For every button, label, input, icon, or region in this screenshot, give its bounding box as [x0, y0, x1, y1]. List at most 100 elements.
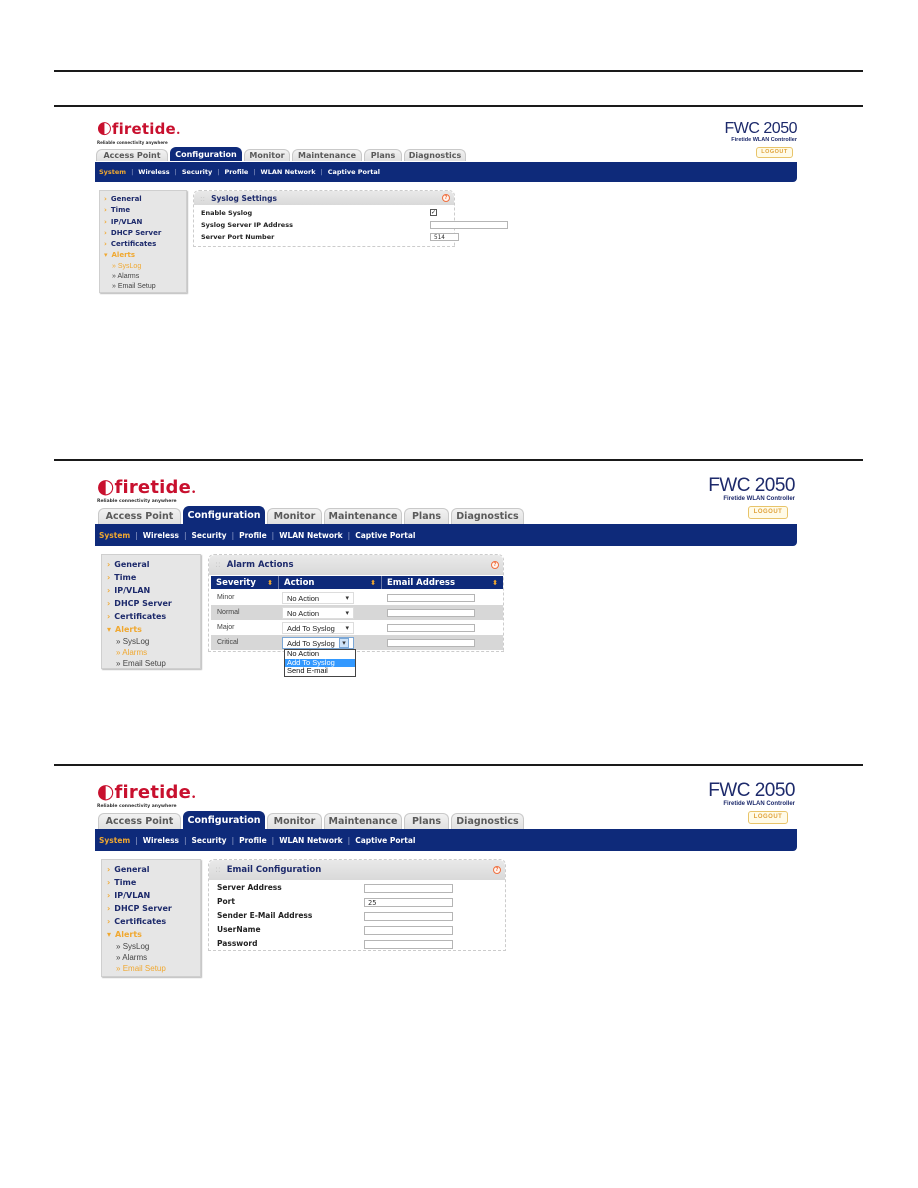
server-address-input[interactable] [364, 884, 453, 893]
bullet-icon: » [116, 964, 121, 973]
sidebar-item-dhcp-server[interactable]: › DHCP Server [107, 597, 200, 610]
email-address-input[interactable] [387, 639, 475, 647]
sidebar-item-time[interactable]: › Time [107, 876, 200, 889]
subnav-captive-portal[interactable]: Captive Portal [355, 531, 415, 540]
sidebar-item-time[interactable]: › Time [107, 571, 200, 584]
tab-maintenance[interactable]: Maintenance [292, 149, 362, 161]
tab-monitor[interactable]: Monitor [244, 149, 290, 161]
subnav-captive-portal[interactable]: Captive Portal [355, 836, 415, 845]
sender-email-input[interactable] [364, 912, 453, 921]
sidebar-item-alerts[interactable]: ▾ Alerts [104, 250, 186, 261]
sidebar-item-general[interactable]: › General [104, 194, 186, 205]
email-address-input[interactable] [387, 624, 475, 632]
syslog-server-ip-input[interactable] [430, 221, 508, 229]
subnav-wireless[interactable]: Wireless [138, 168, 169, 176]
sidebar-subitem-syslog[interactable]: » SysLog [107, 941, 200, 952]
help-icon[interactable]: ? [491, 561, 499, 569]
column-header-action[interactable]: Action ⬍ [279, 576, 382, 589]
action-select[interactable]: No Action ▾ [282, 592, 354, 604]
sidebar-subitem-email-setup[interactable]: » Email Setup [104, 282, 186, 292]
form-row-sender-email: Sender E-Mail Address [217, 911, 313, 920]
subnav-security[interactable]: Security [192, 836, 227, 845]
subnav-wireless[interactable]: Wireless [143, 531, 179, 540]
firetide-logo: ◐ firetide • [97, 779, 197, 803]
panel-title: Email Configuration [226, 865, 322, 875]
subnav-profile[interactable]: Profile [239, 531, 267, 540]
subnav-profile[interactable]: Profile [239, 836, 267, 845]
tab-plans[interactable]: Plans [404, 813, 449, 829]
logout-button[interactable]: LOGOUT [748, 506, 788, 519]
screenshot-syslog: ◐ firetide • Reliable connectivity anywh… [95, 110, 800, 300]
tab-configuration[interactable]: Configuration [183, 506, 265, 524]
tab-maintenance[interactable]: Maintenance [324, 508, 402, 524]
subnav-system[interactable]: System [99, 531, 130, 540]
tab-plans[interactable]: Plans [404, 508, 449, 524]
sidebar-subitem-email-setup[interactable]: » Email Setup [107, 658, 200, 669]
subnav-captive-portal[interactable]: Captive Portal [328, 168, 380, 176]
tab-access-point[interactable]: Access Point [98, 508, 181, 524]
dropdown-option-send-email[interactable]: Send E-mail [285, 666, 355, 676]
tab-maintenance[interactable]: Maintenance [324, 813, 402, 829]
sidebar-subitem-syslog[interactable]: » SysLog [107, 636, 200, 647]
sidebar-item-alerts[interactable]: ▾ Alerts [107, 928, 200, 941]
sidebar-subitem-syslog[interactable]: » SysLog [104, 262, 186, 272]
subnav-wireless[interactable]: Wireless [143, 836, 179, 845]
logout-button[interactable]: LOGOUT [756, 147, 793, 158]
sidebar-item-dhcp-server[interactable]: › DHCP Server [104, 228, 186, 239]
port-input[interactable]: 25 [364, 898, 453, 907]
tab-configuration[interactable]: Configuration [183, 811, 265, 829]
bullet-icon: » [116, 659, 121, 668]
severity-cell: Critical [217, 639, 239, 646]
subnav-security[interactable]: Security [192, 531, 227, 540]
sidebar-subitem-alarms[interactable]: » Alarms [107, 952, 200, 963]
username-input[interactable] [364, 926, 453, 935]
sidebar-subitem-alarms[interactable]: » Alarms [104, 272, 186, 282]
tab-diagnostics[interactable]: Diagnostics [404, 149, 466, 161]
tab-configuration[interactable]: Configuration [170, 147, 242, 161]
sidebar-item-certificates[interactable]: › Certificates [107, 610, 200, 623]
subnav-wlan-network[interactable]: WLAN Network [279, 836, 342, 845]
column-header-email[interactable]: Email Address ⬍ [382, 576, 503, 589]
email-address-input[interactable] [387, 594, 475, 602]
tab-plans[interactable]: Plans [364, 149, 402, 161]
server-port-input[interactable]: 514 [430, 233, 459, 241]
tab-diagnostics[interactable]: Diagnostics [451, 508, 524, 524]
help-icon[interactable]: ? [442, 194, 450, 202]
sidebar-item-ip-vlan[interactable]: › IP/VLAN [104, 217, 186, 228]
bullet-icon: » [112, 262, 116, 270]
sidebar-item-dhcp-server[interactable]: › DHCP Server [107, 902, 200, 915]
severity-cell: Major [217, 624, 235, 631]
sidebar-item-general[interactable]: › General [107, 558, 200, 571]
tab-access-point[interactable]: Access Point [96, 149, 168, 161]
sidebar-item-alerts[interactable]: ▾ Alerts [107, 623, 200, 636]
subnav-security[interactable]: Security [182, 168, 212, 176]
subnav-wlan-network[interactable]: WLAN Network [261, 168, 316, 176]
chevron-down-icon: ▾ [107, 930, 112, 939]
sidebar-item-ip-vlan[interactable]: › IP/VLAN [107, 889, 200, 902]
logout-button[interactable]: LOGOUT [748, 811, 788, 824]
sidebar-subitem-alarms[interactable]: » Alarms [107, 647, 200, 658]
sidebar-item-ip-vlan[interactable]: › IP/VLAN [107, 584, 200, 597]
column-header-severity[interactable]: Severity ⬍ [211, 576, 279, 589]
sidebar-subitem-email-setup[interactable]: » Email Setup [107, 963, 200, 974]
sidebar-item-certificates[interactable]: › Certificates [104, 239, 186, 250]
tab-access-point[interactable]: Access Point [98, 813, 181, 829]
subnav-wlan-network[interactable]: WLAN Network [279, 531, 342, 540]
enable-syslog-checkbox[interactable]: ✓ [430, 209, 437, 216]
sidebar-item-certificates[interactable]: › Certificates [107, 915, 200, 928]
sidebar-item-time[interactable]: › Time [104, 205, 186, 216]
subnav-system[interactable]: System [99, 836, 130, 845]
main-tabs: Access Point Configuration Monitor Maint… [98, 506, 526, 524]
help-icon[interactable]: ? [493, 866, 501, 874]
sidebar-item-general[interactable]: › General [107, 863, 200, 876]
action-select[interactable]: Add To Syslog ▾ [282, 622, 354, 634]
action-select-open[interactable]: Add To Syslog ▾ [282, 637, 354, 649]
tab-diagnostics[interactable]: Diagnostics [451, 813, 524, 829]
subnav-system[interactable]: System [99, 168, 126, 176]
email-address-input[interactable] [387, 609, 475, 617]
password-input[interactable] [364, 940, 453, 949]
subnav-profile[interactable]: Profile [224, 168, 248, 176]
tab-monitor[interactable]: Monitor [267, 813, 322, 829]
tab-monitor[interactable]: Monitor [267, 508, 322, 524]
action-select[interactable]: No Action ▾ [282, 607, 354, 619]
